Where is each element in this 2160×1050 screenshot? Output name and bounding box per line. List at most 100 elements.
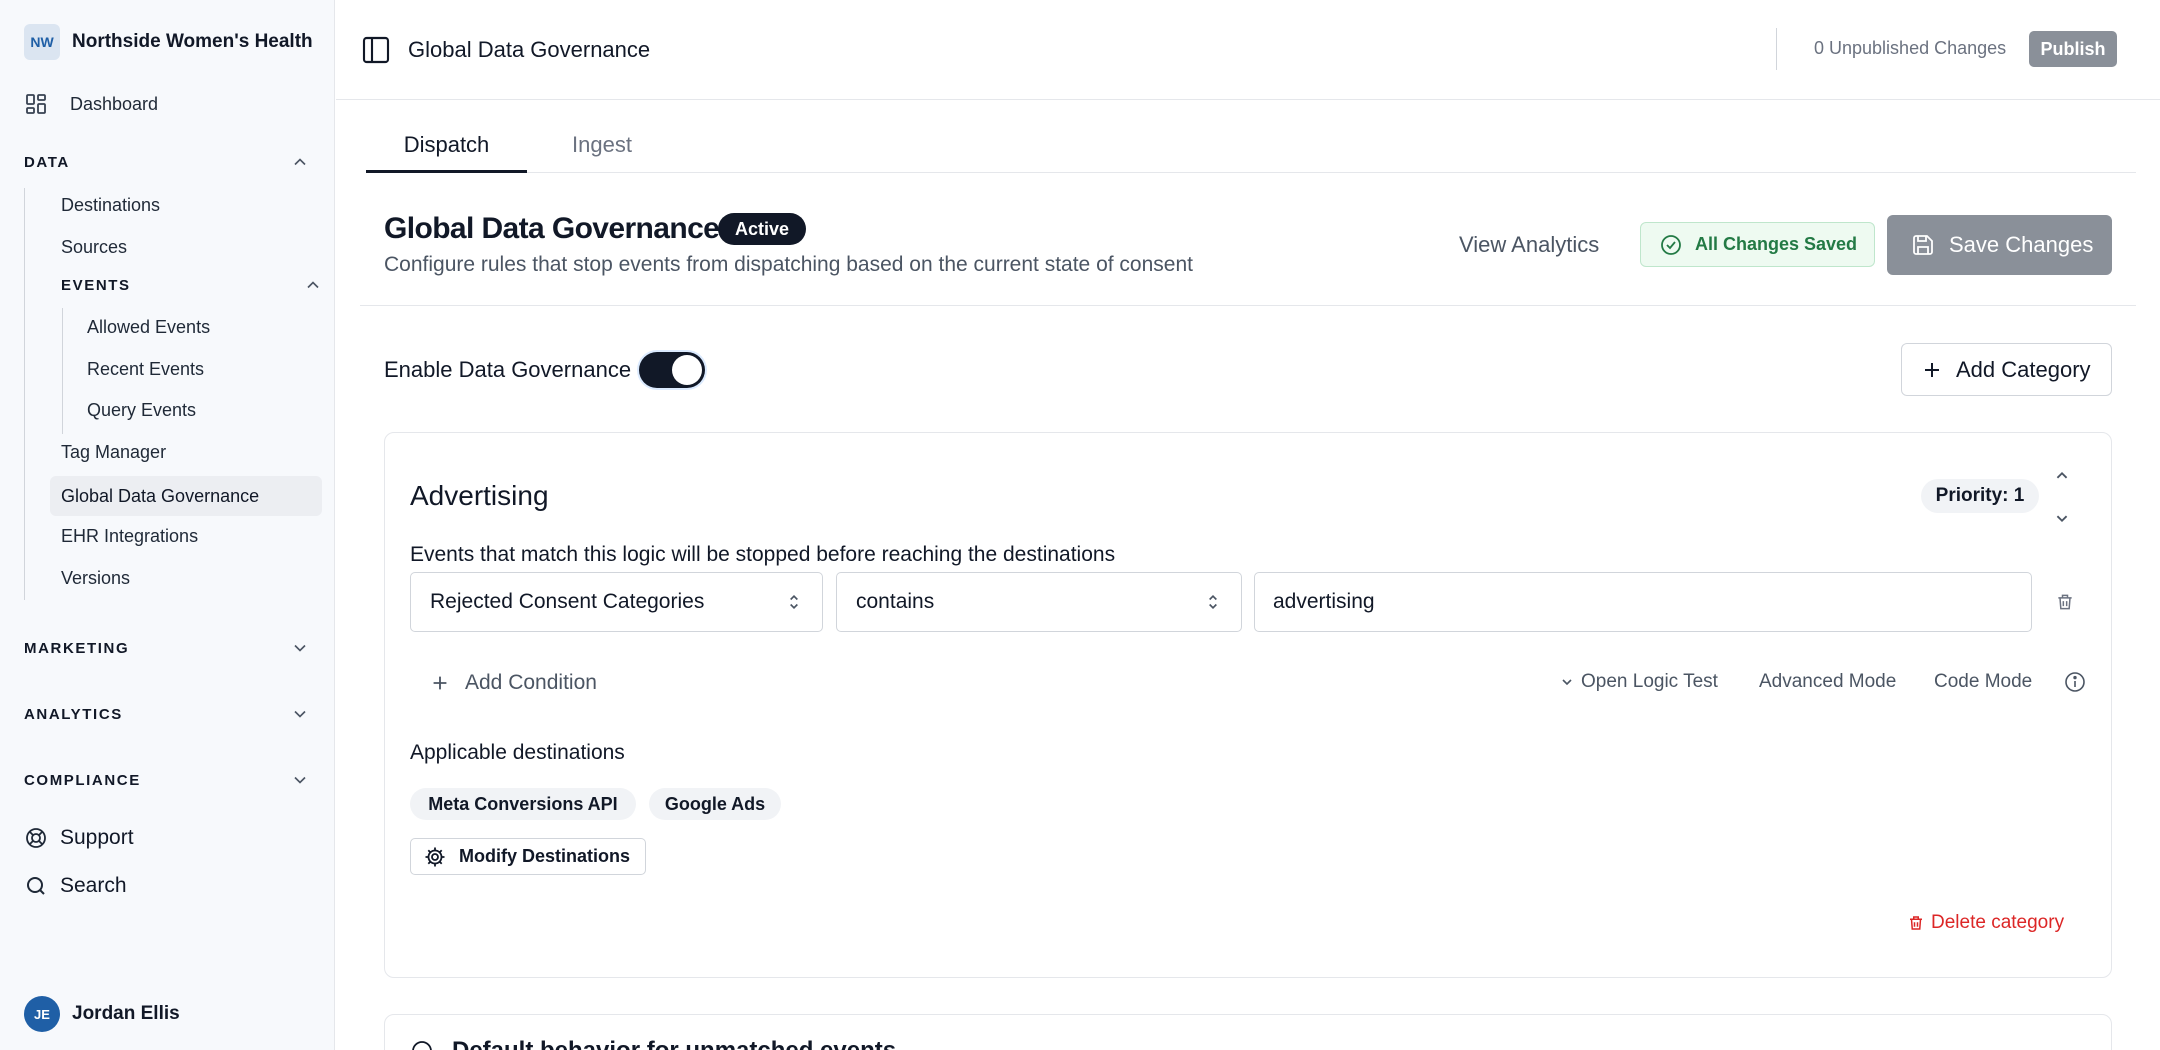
plus-icon bbox=[1925, 362, 1939, 377]
destination-chip: Google Ads bbox=[649, 788, 781, 820]
info-icon[interactable] bbox=[2063, 670, 2087, 694]
advanced-mode-button[interactable]: Advanced Mode bbox=[1759, 671, 1896, 693]
sidebar-item-recent-events[interactable]: Recent Events bbox=[87, 352, 204, 386]
floppy-disk-icon bbox=[1913, 235, 1933, 255]
move-down-icon[interactable] bbox=[2051, 507, 2073, 529]
condition-value-input[interactable] bbox=[1254, 572, 2032, 632]
open-logic-test-button[interactable]: Open Logic Test bbox=[1559, 671, 1718, 693]
chevron-down-icon bbox=[294, 710, 306, 718]
unpublished-changes-count: 0 Unpublished Changes bbox=[1814, 38, 2007, 58]
sidebar-section-data[interactable]: DATA bbox=[24, 152, 310, 172]
org-switcher[interactable]: NW Northside Women's Health bbox=[24, 24, 313, 60]
breadcrumb-title: Global Data Governance bbox=[408, 37, 651, 62]
add-category-label: Add Category bbox=[1956, 356, 2091, 382]
toggle-knob bbox=[672, 355, 702, 385]
sidebar-toggle-icon[interactable] bbox=[360, 34, 392, 66]
sidebar-item-label: Destinations bbox=[61, 194, 161, 215]
lifebuoy-icon bbox=[26, 828, 46, 848]
default-behavior-title: Default behavior for unmatched events bbox=[452, 1037, 896, 1050]
add-condition-button[interactable]: Add Condition bbox=[429, 671, 597, 695]
page-subtitle: Configure rules that stop events from di… bbox=[384, 253, 1193, 276]
enable-data-governance-label: Enable Data Governance bbox=[384, 357, 632, 382]
tree-line bbox=[62, 308, 63, 434]
sidebar-item-label: Recent Events bbox=[87, 358, 205, 379]
sidebar-item-support[interactable]: Support bbox=[24, 826, 134, 850]
sidebar-section-compliance[interactable]: COMPLIANCE bbox=[24, 770, 310, 790]
sidebar-section-analytics[interactable]: ANALYTICS bbox=[24, 704, 310, 724]
sidebar-section-events[interactable]: EVENTS bbox=[61, 275, 323, 295]
sidebar-item-label: Sources bbox=[61, 236, 128, 257]
search-icon bbox=[27, 877, 45, 895]
publish-button[interactable]: Publish bbox=[2029, 31, 2117, 67]
condition-field-select[interactable]: Rejected Consent Categories bbox=[410, 572, 823, 632]
section-label: ANALYTICS bbox=[24, 705, 123, 723]
sidebar-item-label: Tag Manager bbox=[61, 441, 167, 462]
sidebar-item-versions[interactable]: Versions bbox=[61, 561, 130, 595]
tab-ingest[interactable]: Ingest bbox=[542, 128, 662, 173]
info-circle-icon bbox=[412, 1041, 432, 1050]
save-status-label: All Changes Saved bbox=[1695, 234, 1858, 254]
destination-chip: Meta Conversions API bbox=[410, 788, 636, 820]
sidebar-section-marketing[interactable]: MARKETING bbox=[24, 638, 310, 658]
sidebar-item-allowed-events[interactable]: Allowed Events bbox=[87, 310, 210, 344]
chevron-down-icon bbox=[294, 776, 306, 784]
tree-line bbox=[24, 188, 25, 600]
delete-category-button[interactable]: Delete category bbox=[1907, 912, 2064, 934]
add-condition-label: Add Condition bbox=[465, 671, 597, 694]
sidebar-item-label: Global Data Governance bbox=[61, 485, 260, 506]
priority-badge: Priority: 1 bbox=[1921, 479, 2039, 513]
condition-operator-select[interactable]: contains bbox=[836, 572, 1242, 632]
sidebar-item-global-data-governance[interactable]: Global Data Governance bbox=[50, 476, 322, 516]
move-up-icon[interactable] bbox=[2051, 465, 2073, 487]
sidebar-item-label: Support bbox=[60, 826, 134, 849]
view-analytics-button[interactable]: View Analytics bbox=[1459, 232, 1599, 258]
divider bbox=[360, 305, 2136, 306]
sidebar-item-destinations[interactable]: Destinations bbox=[61, 188, 160, 222]
chevron-down-icon bbox=[1562, 679, 1572, 686]
enable-data-governance-toggle[interactable] bbox=[639, 352, 705, 388]
save-changes-label: Save Changes bbox=[1949, 232, 2094, 257]
select-value: Rejected Consent Categories bbox=[430, 590, 705, 613]
sidebar-item-sources[interactable]: Sources bbox=[61, 230, 127, 264]
add-category-button[interactable]: Add Category bbox=[1901, 343, 2112, 396]
modify-destinations-label: Modify Destinations bbox=[459, 846, 631, 866]
section-label: MARKETING bbox=[24, 639, 130, 657]
plus-icon bbox=[433, 676, 447, 690]
user-name: Jordan Ellis bbox=[72, 1003, 180, 1024]
tab-dispatch[interactable]: Dispatch bbox=[366, 128, 527, 173]
modify-destinations-button[interactable]: Modify Destinations bbox=[410, 838, 646, 875]
category-card: Advertising Priority: 1 Events that matc… bbox=[384, 432, 2112, 978]
section-label: COMPLIANCE bbox=[24, 771, 141, 789]
logic-description: Events that match this logic will be sto… bbox=[410, 543, 1116, 566]
sidebar-item-label: EHR Integrations bbox=[61, 525, 199, 546]
sidebar-item-label: Versions bbox=[61, 567, 131, 588]
sidebar-item-label: Search bbox=[60, 874, 127, 897]
sidebar-item-search[interactable]: Search bbox=[24, 874, 127, 898]
delete-category-label: Delete category bbox=[1931, 912, 2065, 933]
chevron-up-down-icon bbox=[1209, 594, 1217, 610]
select-value: contains bbox=[856, 590, 935, 613]
section-label: EVENTS bbox=[61, 276, 131, 294]
section-label: DATA bbox=[24, 153, 70, 171]
user-menu[interactable]: JE Jordan Ellis bbox=[24, 996, 180, 1032]
applicable-destinations-label: Applicable destinations bbox=[410, 741, 625, 764]
dashboard-icon bbox=[26, 94, 46, 114]
top-bar: Global Data Governance 0 Unpublished Cha… bbox=[336, 0, 2160, 100]
chevron-up-icon bbox=[307, 281, 319, 289]
avatar: JE bbox=[24, 996, 60, 1032]
chevron-up-down-icon bbox=[790, 594, 798, 610]
save-changes-button[interactable]: Save Changes bbox=[1887, 215, 2112, 275]
code-mode-button[interactable]: Code Mode bbox=[1934, 671, 2032, 693]
save-status-indicator: All Changes Saved bbox=[1640, 222, 1875, 267]
sidebar-item-dashboard[interactable]: Dashboard bbox=[24, 92, 158, 116]
trash-icon[interactable] bbox=[2055, 592, 2075, 612]
sidebar-item-tag-manager[interactable]: Tag Manager bbox=[61, 435, 166, 469]
check-circle-icon bbox=[1661, 234, 1681, 255]
open-logic-test-label: Open Logic Test bbox=[1581, 671, 1718, 692]
sidebar: NW Northside Women's Health Dashboard DA… bbox=[0, 0, 335, 1050]
default-behavior-card[interactable]: Default behavior for unmatched events bbox=[384, 1014, 2112, 1050]
chevron-down-icon bbox=[294, 644, 306, 652]
sidebar-item-query-events[interactable]: Query Events bbox=[87, 393, 196, 427]
chevron-up-icon bbox=[294, 158, 306, 166]
sidebar-item-ehr-integrations[interactable]: EHR Integrations bbox=[61, 519, 198, 553]
